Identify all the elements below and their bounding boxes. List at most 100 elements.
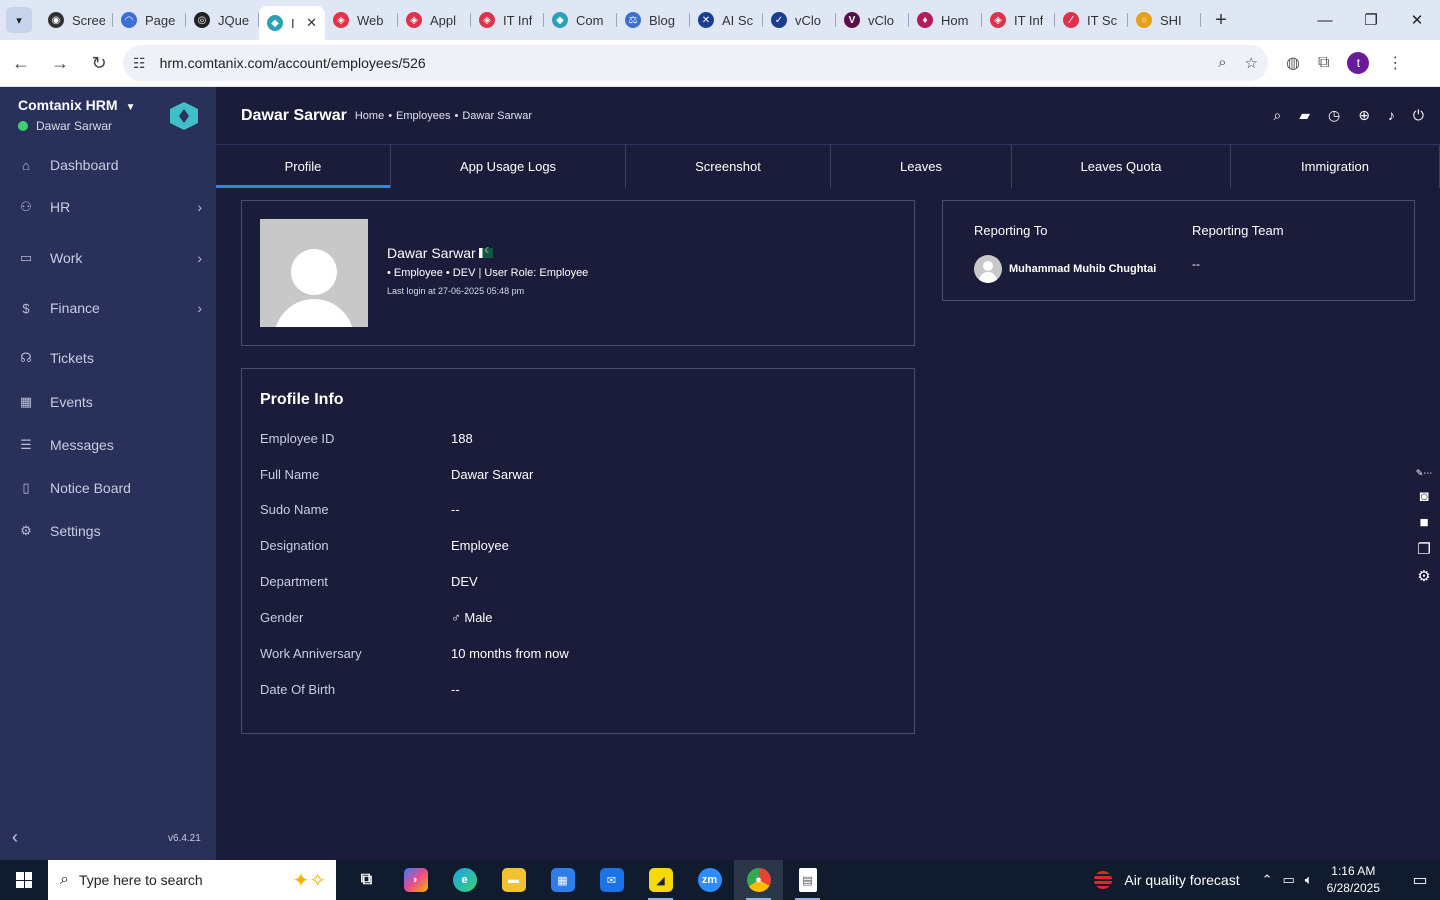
zoom-icon[interactable]: ⌕ xyxy=(1218,54,1226,72)
browser-tab[interactable]: ◈ Web xyxy=(325,5,398,35)
browser-tab[interactable]: ◈ Appl xyxy=(398,5,471,35)
browser-tab[interactable]: ◎ JQue xyxy=(186,5,259,35)
tab-app-usage-logs[interactable]: App Usage Logs xyxy=(391,145,626,188)
network-icon[interactable]: ▭ xyxy=(1283,872,1295,888)
sidebar-item-events[interactable]: ▦ Events xyxy=(0,384,216,420)
notes-icon[interactable]: ▰ xyxy=(1299,107,1310,124)
brand-logo-icon xyxy=(170,102,198,130)
breadcrumb-item[interactable]: Employees xyxy=(396,110,450,122)
tab-screenshot[interactable]: Screenshot xyxy=(626,145,831,188)
weather-widget[interactable]: Air quality forecast xyxy=(1094,871,1240,889)
browser-menu-icon[interactable]: ⋮ xyxy=(1387,53,1403,73)
browser-tab[interactable]: ◠ Page xyxy=(113,5,186,35)
volume-icon[interactable]: 🔈︎ xyxy=(1305,872,1313,888)
back-button[interactable]: ← xyxy=(3,45,39,81)
video-icon[interactable]: ■ xyxy=(1419,514,1428,531)
browser-tab[interactable]: ◆ I ✕ xyxy=(259,6,325,40)
power-icon[interactable]: ⏻ xyxy=(1413,107,1424,124)
clock-time: 1:16 AM xyxy=(1331,864,1376,878)
tab-leaves[interactable]: Leaves xyxy=(831,145,1012,188)
sidebar-item-work[interactable]: ▭ Work › xyxy=(0,240,216,276)
bookmark-star-icon[interactable]: ☆ xyxy=(1245,54,1258,72)
restore-button[interactable]: ❐ xyxy=(1348,0,1394,40)
browser-tab[interactable]: ◈ IT Inf xyxy=(471,5,544,35)
chevron-right-icon: › xyxy=(197,199,202,215)
bell-icon[interactable]: ♪ xyxy=(1388,107,1395,124)
browser-tab[interactable]: ✕ AI Sc xyxy=(690,5,763,35)
tab-immigration[interactable]: Immigration xyxy=(1231,145,1440,188)
sidebar-item-label: Events xyxy=(50,394,93,410)
sticky-notes-app[interactable]: ◢ xyxy=(636,860,685,900)
favicon-icon: ◈ xyxy=(406,12,422,28)
site-info-icon[interactable]: ☷ xyxy=(133,55,146,72)
copilot-app[interactable]: ◗ xyxy=(391,860,440,900)
brand-block[interactable]: Comtanix HRM ▼ Dawar Sarwar xyxy=(18,97,135,133)
translate-icon[interactable]: ◍ xyxy=(1286,53,1300,73)
zoom-app[interactable]: zm xyxy=(685,860,734,900)
extensions-icon[interactable]: ⧉ xyxy=(1318,54,1329,72)
notepad-app[interactable]: ▤ xyxy=(783,860,832,900)
info-label: Gender xyxy=(260,610,304,625)
search-icon[interactable]: ⌕ xyxy=(1273,107,1281,124)
task-view-button[interactable]: ⧉ xyxy=(342,860,391,900)
settings-icon: ⚙ xyxy=(20,523,32,538)
browser-tab[interactable]: VvClo xyxy=(836,5,909,35)
notification-icon[interactable]: ▭ xyxy=(1400,870,1440,890)
edge-app[interactable]: e xyxy=(440,860,489,900)
store-app[interactable]: ▦ xyxy=(538,860,587,900)
new-tab-button[interactable]: + xyxy=(1207,6,1235,34)
mail-app[interactable]: ✉ xyxy=(587,860,636,900)
collapse-sidebar-icon[interactable]: ‹ xyxy=(12,827,18,848)
browser-tab[interactable]: ◉ Scree xyxy=(40,5,113,35)
clock[interactable]: 1:16 AM 6/28/2025 xyxy=(1327,863,1380,897)
profile-avatar[interactable]: t xyxy=(1347,52,1370,74)
chevron-up-icon[interactable]: ⌃ xyxy=(1262,872,1273,888)
camera-icon[interactable]: ◙ xyxy=(1419,488,1428,505)
chrome-app[interactable]: ● xyxy=(734,860,783,900)
tool-more-icon[interactable]: ✎⋯ xyxy=(1416,468,1433,479)
tab-leaves-quota[interactable]: Leaves Quota xyxy=(1012,145,1231,188)
taskbar-search[interactable]: ⌕ Type here to search ✦✧ xyxy=(48,860,336,900)
minimize-button[interactable]: — xyxy=(1302,0,1348,40)
forward-button[interactable]: → xyxy=(42,45,78,81)
url-text[interactable]: hrm.comtanix.com/account/employees/526 xyxy=(160,55,426,71)
start-button[interactable] xyxy=(0,860,48,900)
browser-tab[interactable]: ♦ Hom xyxy=(909,5,982,35)
sidebar-item-messages[interactable]: ☰ Messages xyxy=(0,427,216,463)
browser-tab-title: vClo xyxy=(868,12,895,28)
breadcrumb-item[interactable]: Home xyxy=(355,110,384,122)
clock-icon[interactable]: ◷ xyxy=(1328,107,1340,124)
gear-icon[interactable]: ⚙ xyxy=(1417,567,1430,585)
browser-tab[interactable]: ✓ vClo xyxy=(763,5,836,35)
favicon-icon: V xyxy=(844,12,860,28)
browser-tab[interactable]: ⚖ Blog xyxy=(617,5,690,35)
sidebar-item-tickets[interactable]: ☊ Tickets xyxy=(0,340,216,376)
browser-tab-title: Blog xyxy=(649,12,676,28)
info-row: Date Of Birth -- xyxy=(260,682,900,702)
browser-tab[interactable]: ∕ IT Sc xyxy=(1055,5,1128,35)
add-icon[interactable]: ⊕ xyxy=(1358,107,1370,124)
sidebar-item-settings[interactable]: ⚙ Settings xyxy=(0,513,216,549)
info-label: Sudo Name xyxy=(260,502,329,517)
close-window-button[interactable]: ✕ xyxy=(1394,0,1440,40)
close-tab-icon[interactable]: ✕ xyxy=(306,15,317,31)
sidebar-item-hr[interactable]: ⚇ HR › xyxy=(0,189,216,225)
sidebar-item-label: HR xyxy=(50,199,71,215)
browser-tab[interactable]: ◈ IT Inf xyxy=(982,5,1055,35)
tab-search-button[interactable]: ▾ xyxy=(6,7,32,33)
browser-tab[interactable]: ◆ Com xyxy=(544,5,617,35)
info-row: Sudo Name -- xyxy=(260,502,900,522)
file-explorer-app[interactable]: ▬ xyxy=(489,860,538,900)
info-value: Dawar Sarwar xyxy=(451,467,534,482)
reload-button[interactable]: ↻ xyxy=(81,45,117,81)
reporting-to-person[interactable]: Muhammad Muhib Chughtai xyxy=(974,255,1156,283)
chevron-down-icon[interactable]: ▼ xyxy=(126,102,136,113)
sidebar-item-dashboard[interactable]: ⌂ Dashboard xyxy=(0,147,216,183)
sidebar-item-finance[interactable]: $ Finance › xyxy=(0,290,216,326)
browser-tab-title: JQue xyxy=(218,12,250,28)
address-bar[interactable]: ☷ hrm.comtanix.com/account/employees/526… xyxy=(123,45,1268,81)
tab-profile[interactable]: Profile xyxy=(216,145,391,188)
sidebar-item-notice-board[interactable]: ▯ Notice Board xyxy=(0,470,216,506)
copy-icon[interactable]: ❐ xyxy=(1417,540,1430,558)
browser-tab[interactable]: ○ SHI xyxy=(1128,5,1201,35)
